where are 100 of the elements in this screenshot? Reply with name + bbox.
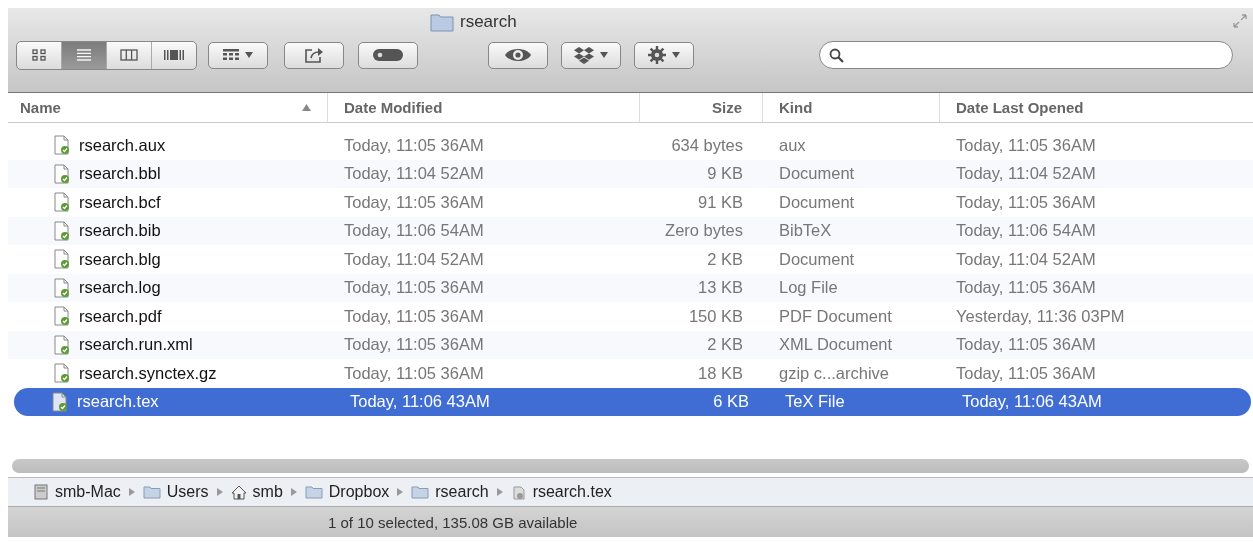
arrange-button[interactable] <box>208 41 268 69</box>
file-kind: aux <box>779 135 806 154</box>
column-header[interactable]: Kind <box>763 93 940 122</box>
view-mode-switcher[interactable] <box>16 40 197 70</box>
file-name: rsearch.aux <box>79 135 166 155</box>
tag-button[interactable] <box>358 41 418 69</box>
date-modified: Today, 11:05 36AM <box>344 335 484 354</box>
file-row[interactable]: rsearch.run.xml Today, 11:05 36AM 2 KB XML Document Today, 11:05 36AM <box>8 330 1253 359</box>
file-size: 150 KB <box>688 306 743 325</box>
path-item[interactable]: Dropbox <box>304 483 390 501</box>
document-icon <box>54 220 70 241</box>
file-size: 18 KB <box>698 363 743 382</box>
file-size: 2 KB <box>707 249 743 268</box>
file-row[interactable]: rsearch.bcf Today, 11:05 36AM 91 KB Document Today, 11:05 36AM <box>8 188 1253 217</box>
folder-icon <box>411 485 430 499</box>
scrollbar[interactable] <box>12 459 1249 473</box>
folder-icon <box>304 485 323 499</box>
file-row[interactable]: rsearch.pdf Today, 11:05 36AM 150 KB PDF Document Yesterday, 11:36 03PM <box>8 302 1253 331</box>
document-icon <box>54 249 70 270</box>
path-item[interactable]: rsearch <box>411 483 489 501</box>
date-modified: Today, 11:05 36AM <box>344 306 484 325</box>
date-modified: Today, 11:05 36AM <box>344 192 484 211</box>
path-item[interactable]: rsearch.tex <box>510 483 612 501</box>
file-row[interactable]: rsearch.synctex.gz Today, 11:05 36AM 18 KB gzip c...archive Today, 11:05 36AM <box>8 359 1253 388</box>
file-name: rsearch.log <box>79 278 161 298</box>
dropbox-icon <box>574 46 594 64</box>
file-name: rsearch.bbl <box>79 164 161 184</box>
pill-icon <box>373 49 403 61</box>
date-modified: Today, 11:06 54AM <box>344 221 484 240</box>
arrange-grid-icon <box>223 49 239 61</box>
date-last-opened: Today, 11:05 36AM <box>956 363 1096 382</box>
path-separator-icon <box>496 488 503 496</box>
file-kind: XML Document <box>779 335 893 354</box>
file-kind: PDF Document <box>779 306 892 325</box>
path-separator-icon <box>397 488 404 496</box>
file-row[interactable]: rsearch.bbl Today, 11:04 52AM 9 KB Document Today, 11:04 52AM <box>8 159 1253 188</box>
file-kind: BibTeX <box>779 221 832 240</box>
path-separator-icon <box>128 488 135 496</box>
caret-icon <box>245 52 253 58</box>
date-modified: Today, 11:05 36AM <box>344 135 484 154</box>
file-name: rsearch.bcf <box>79 192 161 212</box>
file-kind: Document <box>779 192 855 211</box>
gear-icon <box>648 46 666 64</box>
path-item[interactable]: smb <box>230 483 283 501</box>
file-row[interactable]: rsearch.bib Today, 11:06 54AM Zero bytes BibTeX Today, 11:06 54AM <box>8 216 1253 245</box>
column-header[interactable]: Date Modified <box>328 93 640 122</box>
file-name: rsearch.synctex.gz <box>79 363 217 383</box>
quicklook-button[interactable] <box>488 41 548 69</box>
file-size: 2 KB <box>707 335 743 354</box>
house-icon <box>230 484 247 500</box>
path-item[interactable]: Users <box>142 483 209 501</box>
file-row[interactable]: rsearch.blg Today, 11:04 52AM 2 KB Document Today, 11:04 52AM <box>8 245 1253 274</box>
date-modified: Today, 11:06 43AM <box>350 392 490 411</box>
date-last-opened: Today, 11:04 52AM <box>956 164 1096 183</box>
file-row[interactable]: rsearch.tex Today, 11:06 43AM 6 KB TeX File Today, 11:06 43AM <box>14 387 1251 416</box>
file-name: rsearch.blg <box>79 249 161 269</box>
date-last-opened: Today, 11:04 52AM <box>956 249 1096 268</box>
action-button[interactable] <box>634 41 694 69</box>
sort-arrow-icon <box>302 104 311 111</box>
file-row[interactable]: rsearch.log Today, 11:05 36AM 13 KB Log File Today, 11:05 36AM <box>8 273 1253 302</box>
path-item[interactable]: smb-Mac <box>33 483 121 501</box>
caret-icon <box>600 52 608 58</box>
eye-icon <box>504 47 532 63</box>
folder-icon <box>430 12 454 32</box>
cover-flow-icon <box>164 49 184 61</box>
column-header[interactable]: Name <box>8 93 328 122</box>
date-last-opened: Today, 11:05 36AM <box>956 192 1096 211</box>
file-name: rsearch.run.xml <box>79 335 193 355</box>
document-icon <box>54 334 70 355</box>
file-size: 13 KB <box>698 278 743 297</box>
document-icon <box>54 277 70 298</box>
date-last-opened: Today, 11:05 36AM <box>956 135 1096 154</box>
file-row[interactable]: rsearch.aux Today, 11:05 36AM 634 bytes aux Today, 11:05 36AM <box>8 131 1253 160</box>
share-button[interactable] <box>284 41 344 69</box>
folder-icon <box>142 485 161 499</box>
dropbox-button[interactable] <box>561 41 621 69</box>
date-last-opened: Today, 11:06 54AM <box>956 221 1096 240</box>
file-kind: gzip c...archive <box>779 363 890 382</box>
file-kind: TeX File <box>785 392 845 411</box>
path-separator-icon <box>290 488 297 496</box>
search-icon <box>829 47 844 63</box>
date-last-opened: Today, 11:06 43AM <box>962 392 1102 411</box>
document-icon <box>54 306 70 327</box>
column-header[interactable]: Size <box>640 93 763 122</box>
view-mode-button[interactable] <box>62 41 107 69</box>
search-field[interactable] <box>819 41 1233 69</box>
file-size: 9 KB <box>707 164 743 183</box>
column-header[interactable]: Date Last Opened <box>940 93 1253 122</box>
document-icon <box>54 363 70 384</box>
file-name: rsearch.tex <box>77 392 159 412</box>
file-size: 6 KB <box>713 392 749 411</box>
document-icon <box>54 163 70 184</box>
date-modified: Today, 11:05 36AM <box>344 278 484 297</box>
file-size: 91 KB <box>698 192 743 211</box>
file-name: rsearch.pdf <box>79 306 162 326</box>
file-kind: Document <box>779 249 855 268</box>
share-icon <box>304 47 324 63</box>
list-view-icon <box>76 49 92 61</box>
caret-icon <box>672 52 680 58</box>
document-icon <box>52 391 68 412</box>
